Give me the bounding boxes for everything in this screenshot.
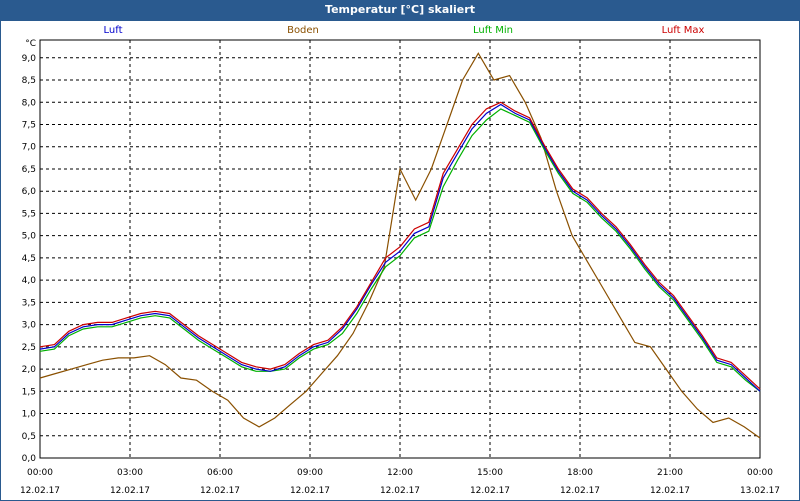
y-tick-label: 2,5 — [22, 343, 36, 353]
y-tick-label: 5,0 — [22, 232, 37, 242]
x-tick-time: 06:00 — [207, 468, 233, 478]
x-tick-time: 00:00 — [27, 468, 53, 478]
x-tick-time: 00:00 — [747, 468, 773, 478]
y-axis-unit: °C — [25, 39, 36, 49]
y-tick-label: 0,5 — [22, 432, 36, 442]
x-tick-date: 12.02.17 — [470, 486, 510, 496]
x-tick-time: 09:00 — [297, 468, 323, 478]
y-tick-label: 4,0 — [22, 276, 37, 286]
x-tick-date: 12.02.17 — [560, 486, 600, 496]
y-tick-label: 8,0 — [22, 98, 37, 108]
x-tick-date: 12.02.17 — [20, 486, 60, 496]
y-tick-label: 1,5 — [22, 387, 36, 397]
x-tick-date: 12.02.17 — [110, 486, 150, 496]
y-tick-label: 4,5 — [22, 254, 36, 264]
y-tick-label: 6,0 — [22, 187, 37, 197]
y-tick-label: 9,0 — [22, 54, 37, 64]
y-tick-label: 7,5 — [22, 120, 36, 130]
x-tick-time: 03:00 — [117, 468, 143, 478]
x-tick-date: 12.02.17 — [290, 486, 330, 496]
y-tick-label: 3,5 — [22, 298, 36, 308]
x-tick-time: 18:00 — [567, 468, 593, 478]
y-tick-label: 7,0 — [22, 143, 37, 153]
y-tick-label: 1,0 — [22, 410, 37, 420]
line-chart: 0,0 0,5 1,0 1,5 2,0 2,5 3,0 3,5 4,0 4,5 5,0 5,5 6,0 6… — [20, 39, 780, 496]
y-tick-label: 2,0 — [22, 365, 37, 375]
x-tick-date: 12.02.17 — [650, 486, 690, 496]
y-tick-label: 6,5 — [22, 165, 36, 175]
y-tick-label: 3,0 — [22, 321, 37, 331]
y-tick-label: 8,5 — [22, 76, 36, 86]
x-tick-time: 21:00 — [657, 468, 683, 478]
x-tick-date: 12.02.17 — [380, 486, 420, 496]
x-tick-time: 12:00 — [387, 468, 413, 478]
y-tick-label: 5,5 — [22, 209, 36, 219]
x-tick-time: 15:00 — [477, 468, 503, 478]
x-tick-date: 12.02.17 — [200, 486, 240, 496]
y-tick-label: 0,0 — [22, 454, 37, 464]
x-tick-date: 13.02.17 — [740, 486, 780, 496]
